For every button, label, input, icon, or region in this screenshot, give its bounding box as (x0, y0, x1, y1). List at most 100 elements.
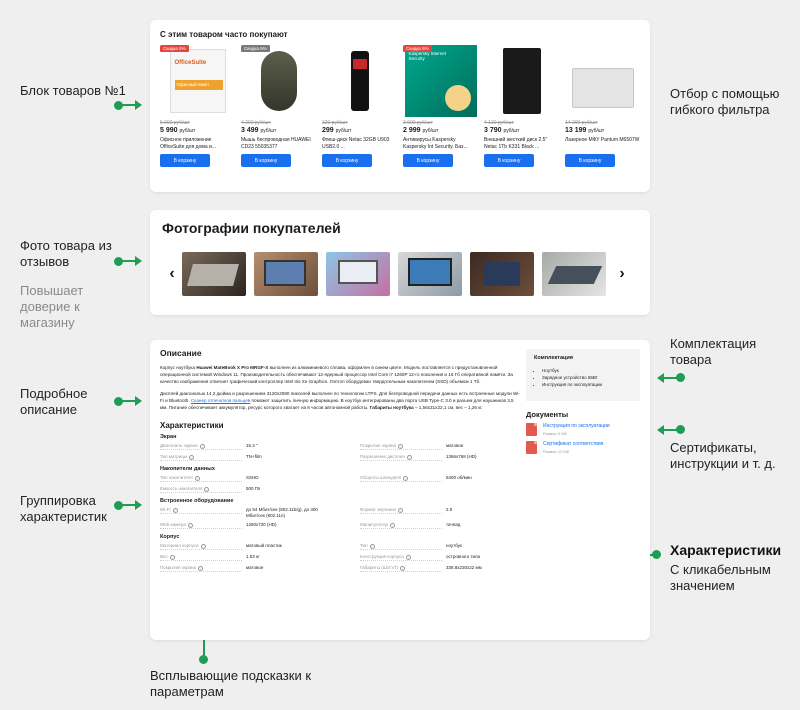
spec-value[interactable]: 500 ГБ (246, 486, 318, 492)
pointer-line (118, 104, 136, 106)
info-icon[interactable]: i (172, 507, 178, 513)
document-link[interactable]: Инструкция по эксплуатации (543, 423, 610, 429)
add-to-cart-button[interactable]: В корзину (565, 154, 615, 167)
add-to-cart-button[interactable]: В корзину (484, 154, 534, 167)
product-image[interactable]: Скидка 5% (241, 45, 316, 117)
product-name[interactable]: Антивирусы Kaspersky Kaspersky Int Secur… (403, 137, 478, 151)
product-box-sub: Офисный пакет (174, 80, 223, 90)
spec-value[interactable]: 15.3 " (246, 443, 318, 449)
note-trust: Повышает доверие к магазину (20, 283, 84, 330)
spec-value[interactable]: 1280x720 (HD) (246, 522, 318, 528)
document-link[interactable]: Сертификат соответствия (543, 441, 603, 447)
info-icon[interactable]: i (198, 565, 204, 571)
add-to-cart-button[interactable]: В корзину (322, 154, 372, 167)
spec-key: Диагональ экрана i (160, 443, 242, 450)
product-card[interactable]: Скидка 5% Kaspersky Internet Security 3 69… (403, 45, 478, 167)
spec-key: Манипулятор i (360, 522, 442, 529)
info-icon[interactable]: i (369, 543, 375, 549)
customer-photo[interactable] (326, 252, 390, 296)
note-specs-sub: С кликабельным значением (670, 562, 771, 593)
spec-value[interactable]: островного типа (446, 554, 518, 560)
product-card[interactable]: 14 200 руб/шт 13 199 руб/шт Лазерное МФУ P… (565, 45, 640, 167)
spec-value[interactable]: тачпад (446, 522, 518, 528)
product-name[interactable]: Внешний жесткий диск 2.5" Netac 1Tb K331… (484, 137, 559, 151)
spec-value[interactable]: 338.8x230x22 мм (446, 565, 518, 571)
customer-photo[interactable] (542, 252, 606, 296)
customer-photo[interactable] (398, 252, 462, 296)
product-name[interactable]: Мышь беспроводная HUAWEI CD23 55035377 (241, 137, 316, 151)
spec-value[interactable]: 2.0 (446, 507, 518, 513)
product-image[interactable]: Скидка 5% Kaspersky Internet Security (403, 45, 478, 117)
product-card[interactable]: Скидка 5% 4 290 руб/шт 3 499 руб/шт Мышь бе… (241, 45, 316, 167)
note-docs: Сертификаты, инструкции и т. д. (670, 440, 776, 471)
spec-value[interactable]: матовое (446, 443, 518, 449)
document-item[interactable]: Инструкция по эксплуатации Размер 9 Мб (526, 423, 640, 436)
old-price: 4 290 руб/шт (241, 120, 271, 126)
spec-value[interactable]: TN+film (246, 454, 318, 460)
info-icon[interactable]: i (194, 475, 200, 481)
photo-gallery: ‹ › (162, 252, 638, 296)
spec-row: Конструкция корпуса i островного типа (360, 554, 520, 562)
discount-badge: Скидка 5% (403, 45, 432, 52)
info-icon[interactable]: i (400, 565, 406, 571)
spec-row: Габариты (ШxГxТ) i 338.8x230x22 мм (360, 565, 520, 573)
document-item[interactable]: Сертификат соответствия Размер 12 Мб (526, 441, 640, 454)
spec-value[interactable]: матовое (246, 565, 318, 571)
info-icon[interactable]: i (405, 554, 411, 560)
spec-value[interactable]: 1366x768 (HD) (446, 454, 518, 460)
spec-key: Тип матрицы i (160, 454, 242, 461)
fingerprint-link[interactable]: Сканер отпечатков пальцев (191, 398, 250, 403)
discount-badge: Скидка 5% (241, 45, 270, 52)
customer-photo[interactable] (254, 252, 318, 296)
spec-group-title: Встроенное оборудование (160, 498, 234, 504)
next-arrow-icon[interactable]: › (612, 265, 632, 283)
spec-grid: Тип накопителя i SSHD Обороты шпинделя i 5400… (160, 475, 640, 494)
spec-value[interactable]: 5400 об/мин (446, 475, 518, 481)
pointer-arrow (135, 256, 142, 266)
info-icon[interactable]: i (403, 475, 409, 481)
spec-key: Разрешение дисплея i (360, 454, 442, 461)
product-image[interactable] (322, 45, 397, 117)
customer-photo[interactable] (470, 252, 534, 296)
product-image[interactable] (484, 45, 559, 117)
spec-value[interactable]: 1.53 кг (246, 554, 318, 560)
spec-row: Диагональ экрана i 15.3 " (160, 443, 320, 451)
prev-arrow-icon[interactable]: ‹ (162, 265, 182, 283)
product-image[interactable]: Скидка 5% OfficeSuite Офисный пакет (160, 45, 235, 117)
product-card[interactable]: 4 130 руб/шт 3 790 руб/шт Внешний жесткий … (484, 45, 559, 167)
product-name[interactable]: Офисное приложение OfficeSuite для дома … (160, 137, 235, 151)
info-icon[interactable]: i (398, 507, 404, 513)
product-name[interactable]: Лазерное МФУ Pantum M6507W (565, 137, 640, 151)
info-icon[interactable]: i (189, 454, 195, 460)
add-to-cart-button[interactable]: В корзину (241, 154, 291, 167)
spec-row: Wi-Fi i до 54 Мбит/сек (802.11b/g), до 300… (160, 507, 320, 519)
pointer-line (118, 260, 136, 262)
kit-item: Ноутбук (542, 367, 632, 374)
spec-value[interactable]: ноутбук (446, 543, 518, 549)
add-to-cart-button[interactable]: В корзину (403, 154, 453, 167)
photos-card: Фотографии покупателей ‹ › (150, 210, 650, 315)
spec-value[interactable]: до 54 Мбит/сек (802.11b/g), до 300 Мбит/… (246, 507, 318, 519)
note-photos: Фото товара из отзывов (20, 238, 112, 269)
info-icon[interactable]: i (204, 486, 210, 492)
info-icon[interactable]: i (199, 443, 205, 449)
info-icon[interactable]: i (200, 543, 206, 549)
product-image[interactable] (565, 45, 640, 117)
product-card[interactable]: 320 руб/шт 299 руб/шт Флеш-диск Netac 32GB… (322, 45, 397, 167)
info-icon[interactable]: i (389, 522, 395, 528)
info-icon[interactable]: i (169, 554, 175, 560)
info-icon[interactable]: i (187, 522, 193, 528)
spec-key: Покрытие экрана i (360, 443, 442, 450)
price: 13 199 руб/шт (565, 127, 605, 134)
product-card[interactable]: Скидка 5% OfficeSuite Офисный пакет 5 990 р… (160, 45, 235, 167)
spec-value[interactable]: матовый пластик (246, 543, 318, 549)
info-icon[interactable]: i (406, 454, 412, 460)
old-price: 4 130 руб/шт (484, 120, 514, 126)
spec-grid: Wi-Fi i до 54 Мбит/сек (802.11b/g), до 300… (160, 507, 640, 530)
note-specs-title: Характеристики (670, 542, 782, 558)
info-icon[interactable]: i (398, 443, 404, 449)
spec-value[interactable]: SSHD (246, 475, 318, 481)
add-to-cart-button[interactable]: В корзину (160, 154, 210, 167)
product-name[interactable]: Флеш-диск Netac 32GB U903 USB2.0 ... (322, 137, 397, 151)
customer-photo[interactable] (182, 252, 246, 296)
